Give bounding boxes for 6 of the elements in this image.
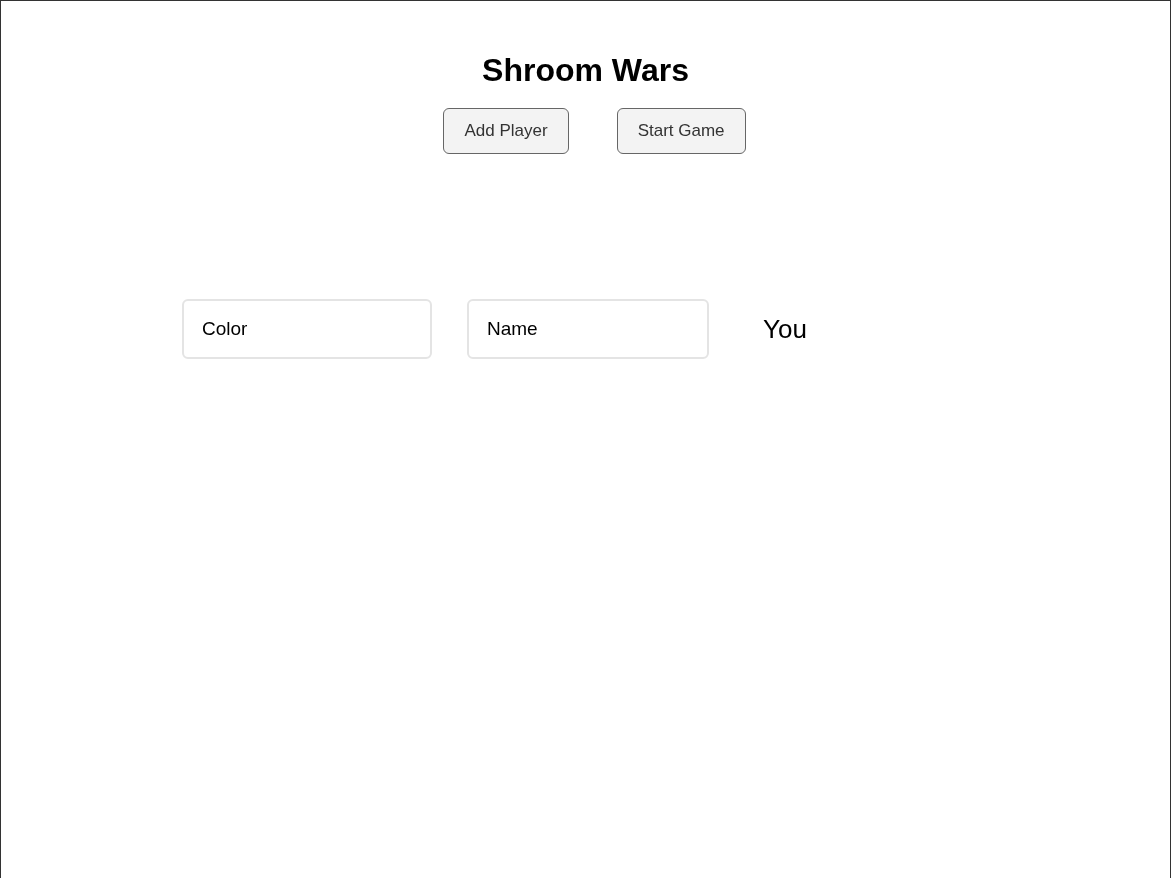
color-field[interactable]: Color	[182, 299, 432, 359]
action-button[interactable]: Start Game	[616, 108, 746, 154]
action-button[interactable]: Add Player	[443, 108, 569, 154]
page-title: Shroom Wars	[481, 51, 690, 89]
player-label: You	[763, 313, 807, 345]
name-field[interactable]: Name	[467, 299, 709, 359]
